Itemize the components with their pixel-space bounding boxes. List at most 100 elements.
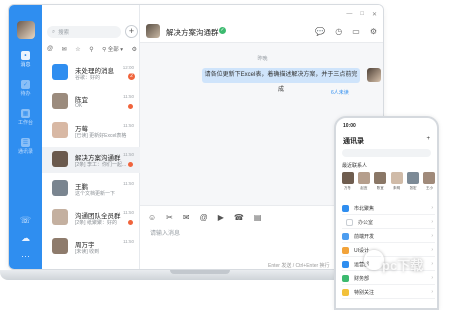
search-input[interactable]: ⌕ 搜索 — [47, 26, 121, 38]
unread-dot — [128, 162, 133, 167]
group-icon — [346, 218, 353, 226]
recent-contact[interactable]: 张宏 — [407, 172, 420, 191]
send-hint: Enter 发送 / Ctrl+Enter 换行 — [268, 263, 330, 269]
conversation-avatar — [52, 180, 68, 196]
contact-name: 王小 — [425, 186, 433, 190]
group-label: 特别关注 — [354, 289, 375, 296]
contact-avatar — [407, 172, 420, 184]
conversation-item[interactable]: 万莓 [已读] 更新好Excel表格 11:50 — [42, 118, 140, 144]
mail-icon[interactable]: ✉ — [183, 213, 190, 222]
contact-name: 赵宜 — [360, 186, 368, 190]
clock-icon[interactable]: ◷ — [335, 27, 342, 36]
message-bubble[interactable]: 请各位更新下Excel表，着确描述解决方案，并于三点前完成 — [202, 68, 360, 93]
contact-avatar — [390, 172, 403, 184]
conversation-time: 11:50 — [123, 181, 134, 186]
contact-name: 万冬 — [344, 186, 351, 190]
unread-count-link[interactable]: 6人未读 — [331, 89, 349, 96]
conversation-time: 11:50 — [123, 239, 134, 244]
group-avatar[interactable] — [146, 24, 160, 38]
nav-label: 工作台 — [17, 120, 33, 126]
chevron-right-icon: › — [431, 247, 433, 253]
contact-name: 陈宜 — [376, 186, 384, 190]
maximize-button[interactable]: □ — [360, 11, 364, 18]
file-icon[interactable]: ▤ — [254, 213, 262, 222]
phone-icon[interactable]: ☏ — [20, 216, 31, 225]
star-filter-icon[interactable]: ☆ — [75, 46, 80, 53]
mail-filter-icon[interactable]: ✉ — [62, 46, 67, 53]
contacts-icon: ☰ — [20, 138, 30, 147]
chevron-right-icon: › — [431, 205, 433, 211]
contact-name: 张宏 — [409, 186, 417, 190]
conversation-item[interactable]: 周万宇 [未读] 收到 11:50 — [42, 234, 140, 260]
settings-icon[interactable]: ⚙ — [370, 27, 377, 36]
add-contact-icon[interactable]: + — [426, 136, 430, 142]
conversation-avatar — [52, 209, 68, 225]
recent-contacts-label: 最近联系人 — [342, 163, 368, 169]
settings-icon[interactable]: ⚙ — [132, 46, 137, 53]
more-icon[interactable]: ··· — [21, 252, 30, 261]
scissors-icon[interactable]: ✂ — [166, 213, 173, 222]
nav-label: 待办 — [20, 91, 31, 97]
conversation-preview: [已读] 更新好Excel表格 — [75, 133, 127, 139]
contact-name: 朱明 — [393, 186, 401, 190]
unread-dot — [128, 220, 133, 225]
desktop-app-window: • 消息 ✓ 待办 ▦ 工作台 ☰ 通讯录 ☏ ☁ ··· ⌕ 搜索 + @ ✉ — [8, 4, 384, 270]
unread-badge: 2 — [128, 73, 135, 80]
watermark-logo-icon — [364, 250, 384, 270]
nav-item-contacts[interactable]: ☰ 通讯录 — [18, 138, 33, 155]
recent-contact[interactable]: 万冬 — [341, 172, 354, 191]
recent-contact[interactable]: 王小 — [423, 172, 436, 191]
group-icon — [342, 204, 349, 212]
contacts-group-row[interactable]: 特别关注 › — [342, 286, 435, 299]
pin-filter-icon[interactable]: ⚲ — [89, 46, 93, 53]
sender-avatar[interactable] — [367, 68, 381, 82]
emoji-icon[interactable]: ☺ — [148, 213, 156, 222]
conversation-time: 11:50 — [123, 94, 134, 99]
folder-icon[interactable]: ▭ — [352, 27, 360, 36]
verified-icon: ✓ — [219, 27, 226, 34]
video-icon[interactable]: ▶ — [218, 213, 224, 222]
conversation-item[interactable]: 未处理的消息 谷歌：好的 12:00 2 — [42, 60, 140, 86]
add-button[interactable]: + — [125, 25, 138, 38]
recent-contact[interactable]: 陈宜 — [374, 172, 387, 191]
filter-all-dropdown[interactable]: ⚲ 全部 ▾ — [102, 45, 123, 53]
group-icon — [342, 260, 349, 268]
composer-toolbar: ☺ ✂ ✉ @ ▶ ☎ ▤ — [148, 213, 261, 222]
chevron-right-icon: › — [431, 219, 433, 225]
time-separator: 昨晚 — [257, 56, 268, 62]
contacts-group-row[interactable]: 前端开发 › — [342, 230, 435, 243]
chevron-right-icon: › — [431, 261, 433, 267]
conversation-item[interactable]: 陈宜 OK 11:50 — [42, 89, 140, 115]
group-icon — [342, 232, 349, 240]
phone-mockup: 10:00 通讯录 + 最近联系人 万冬 赵宜 陈宜 朱明 张宏 王小 市北聚焦 › 办公室 ›… — [334, 116, 439, 310]
conversation-avatar — [52, 151, 68, 167]
conversation-avatar — [52, 122, 68, 138]
at-filter-icon[interactable]: @ — [47, 46, 53, 52]
conversation-item[interactable]: 王鹏 这个文档更新一下 11:50 — [42, 176, 140, 202]
recent-contact[interactable]: 赵宜 — [357, 172, 370, 191]
filter-all-label: 全部 — [107, 47, 119, 53]
user-avatar[interactable] — [16, 21, 35, 39]
message-input[interactable]: 请输入消息 — [150, 228, 180, 237]
contacts-group-row[interactable]: 办公室 › — [342, 216, 435, 229]
conversation-preview: [2条] 纸聚聚：好的 — [75, 220, 117, 226]
conversation-time: 11:50 — [123, 210, 134, 215]
recent-contact[interactable]: 朱明 — [390, 172, 403, 191]
chevron-right-icon: › — [431, 275, 433, 281]
nav-item-workbench[interactable]: ▦ 工作台 — [18, 109, 33, 126]
close-button[interactable]: ✕ — [372, 11, 377, 18]
watermark: pc下载 — [382, 258, 424, 273]
chat-bubble-icon[interactable]: 💬 — [315, 27, 325, 36]
at-icon[interactable]: @ — [200, 213, 208, 222]
minimize-button[interactable]: — — [346, 11, 352, 18]
nav-item-messages[interactable]: • 消息 — [20, 51, 31, 68]
window-controls: — □ ✕ — [346, 11, 377, 18]
call-icon[interactable]: ☎ — [234, 213, 244, 222]
contacts-group-row[interactable]: 市北聚焦 › — [342, 202, 435, 215]
todo-icon: ✓ — [20, 80, 30, 89]
nav-item-todo[interactable]: ✓ 待办 — [20, 80, 31, 97]
cloud-icon[interactable]: ☁ — [21, 234, 30, 243]
conversation-item[interactable]: 解决方案沟通群 [2条] 李工：你们一起... 11:50 — [42, 147, 140, 173]
phone-search-input[interactable] — [342, 149, 431, 157]
conversation-item[interactable]: 沟通团队全员群 [2条] 纸聚聚：好的 11:50 — [42, 205, 140, 231]
